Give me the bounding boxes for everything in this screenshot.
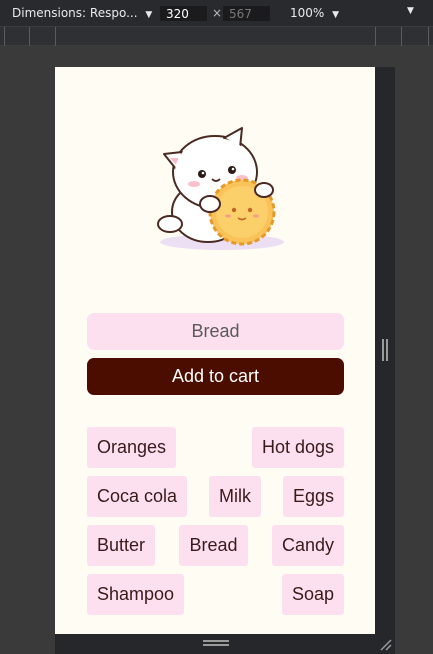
right-resize-handle[interactable] [375,67,395,634]
corner-resize-icon[interactable] [375,634,395,654]
item-chip-shampoo[interactable]: Shampoo [87,574,185,615]
device-viewport: Add to cart Oranges Hot dogs Coca cola M… [55,67,375,634]
item-chip-candy[interactable]: Candy [271,525,344,566]
item-list: Oranges Hot dogs Coca cola Milk Eggs But… [87,427,344,623]
item-chip-coca-cola[interactable]: Coca cola [87,476,188,517]
item-chip-soap[interactable]: Soap [281,574,344,615]
add-to-cart-button[interactable]: Add to cart [87,358,344,395]
height-input[interactable] [223,6,270,21]
cat-mascot-image [157,127,284,250]
zoom-label: 100% [290,6,325,20]
item-chip-butter[interactable]: Butter [87,525,156,566]
item-chip-bread[interactable]: Bread [179,525,248,566]
item-row: Coca cola Milk Eggs [87,476,344,517]
item-chip-eggs[interactable]: Eggs [282,476,344,517]
chevron-down-icon: ▼ [145,10,153,20]
times-separator: × [212,6,223,20]
bottom-resize-handle[interactable] [55,634,395,654]
item-chip-oranges[interactable]: Oranges [87,427,177,468]
item-chip-milk[interactable]: Milk [209,476,261,517]
chevron-down-icon: ▼ [332,10,340,20]
item-input[interactable] [87,313,344,350]
width-input[interactable] [160,6,207,21]
resize-grip-icon [382,339,388,361]
ruler [0,27,433,46]
dimensions-dropdown[interactable]: Dimensions: Respo... ▼ [12,6,152,20]
item-chip-hot-dogs[interactable]: Hot dogs [251,427,344,468]
dimensions-label: Dimensions: Respo... [12,6,138,20]
item-row: Butter Bread Candy [87,525,344,566]
item-row: Shampoo Soap [87,574,344,615]
more-options-icon[interactable]: ▼ [407,6,414,16]
item-row: Oranges Hot dogs [87,427,344,468]
resize-grip-icon [203,640,229,646]
zoom-dropdown[interactable]: 100% ▼ [290,6,339,20]
devtools-toolbar: Dimensions: Respo... ▼ × 100% ▼ ▼ [0,0,433,27]
